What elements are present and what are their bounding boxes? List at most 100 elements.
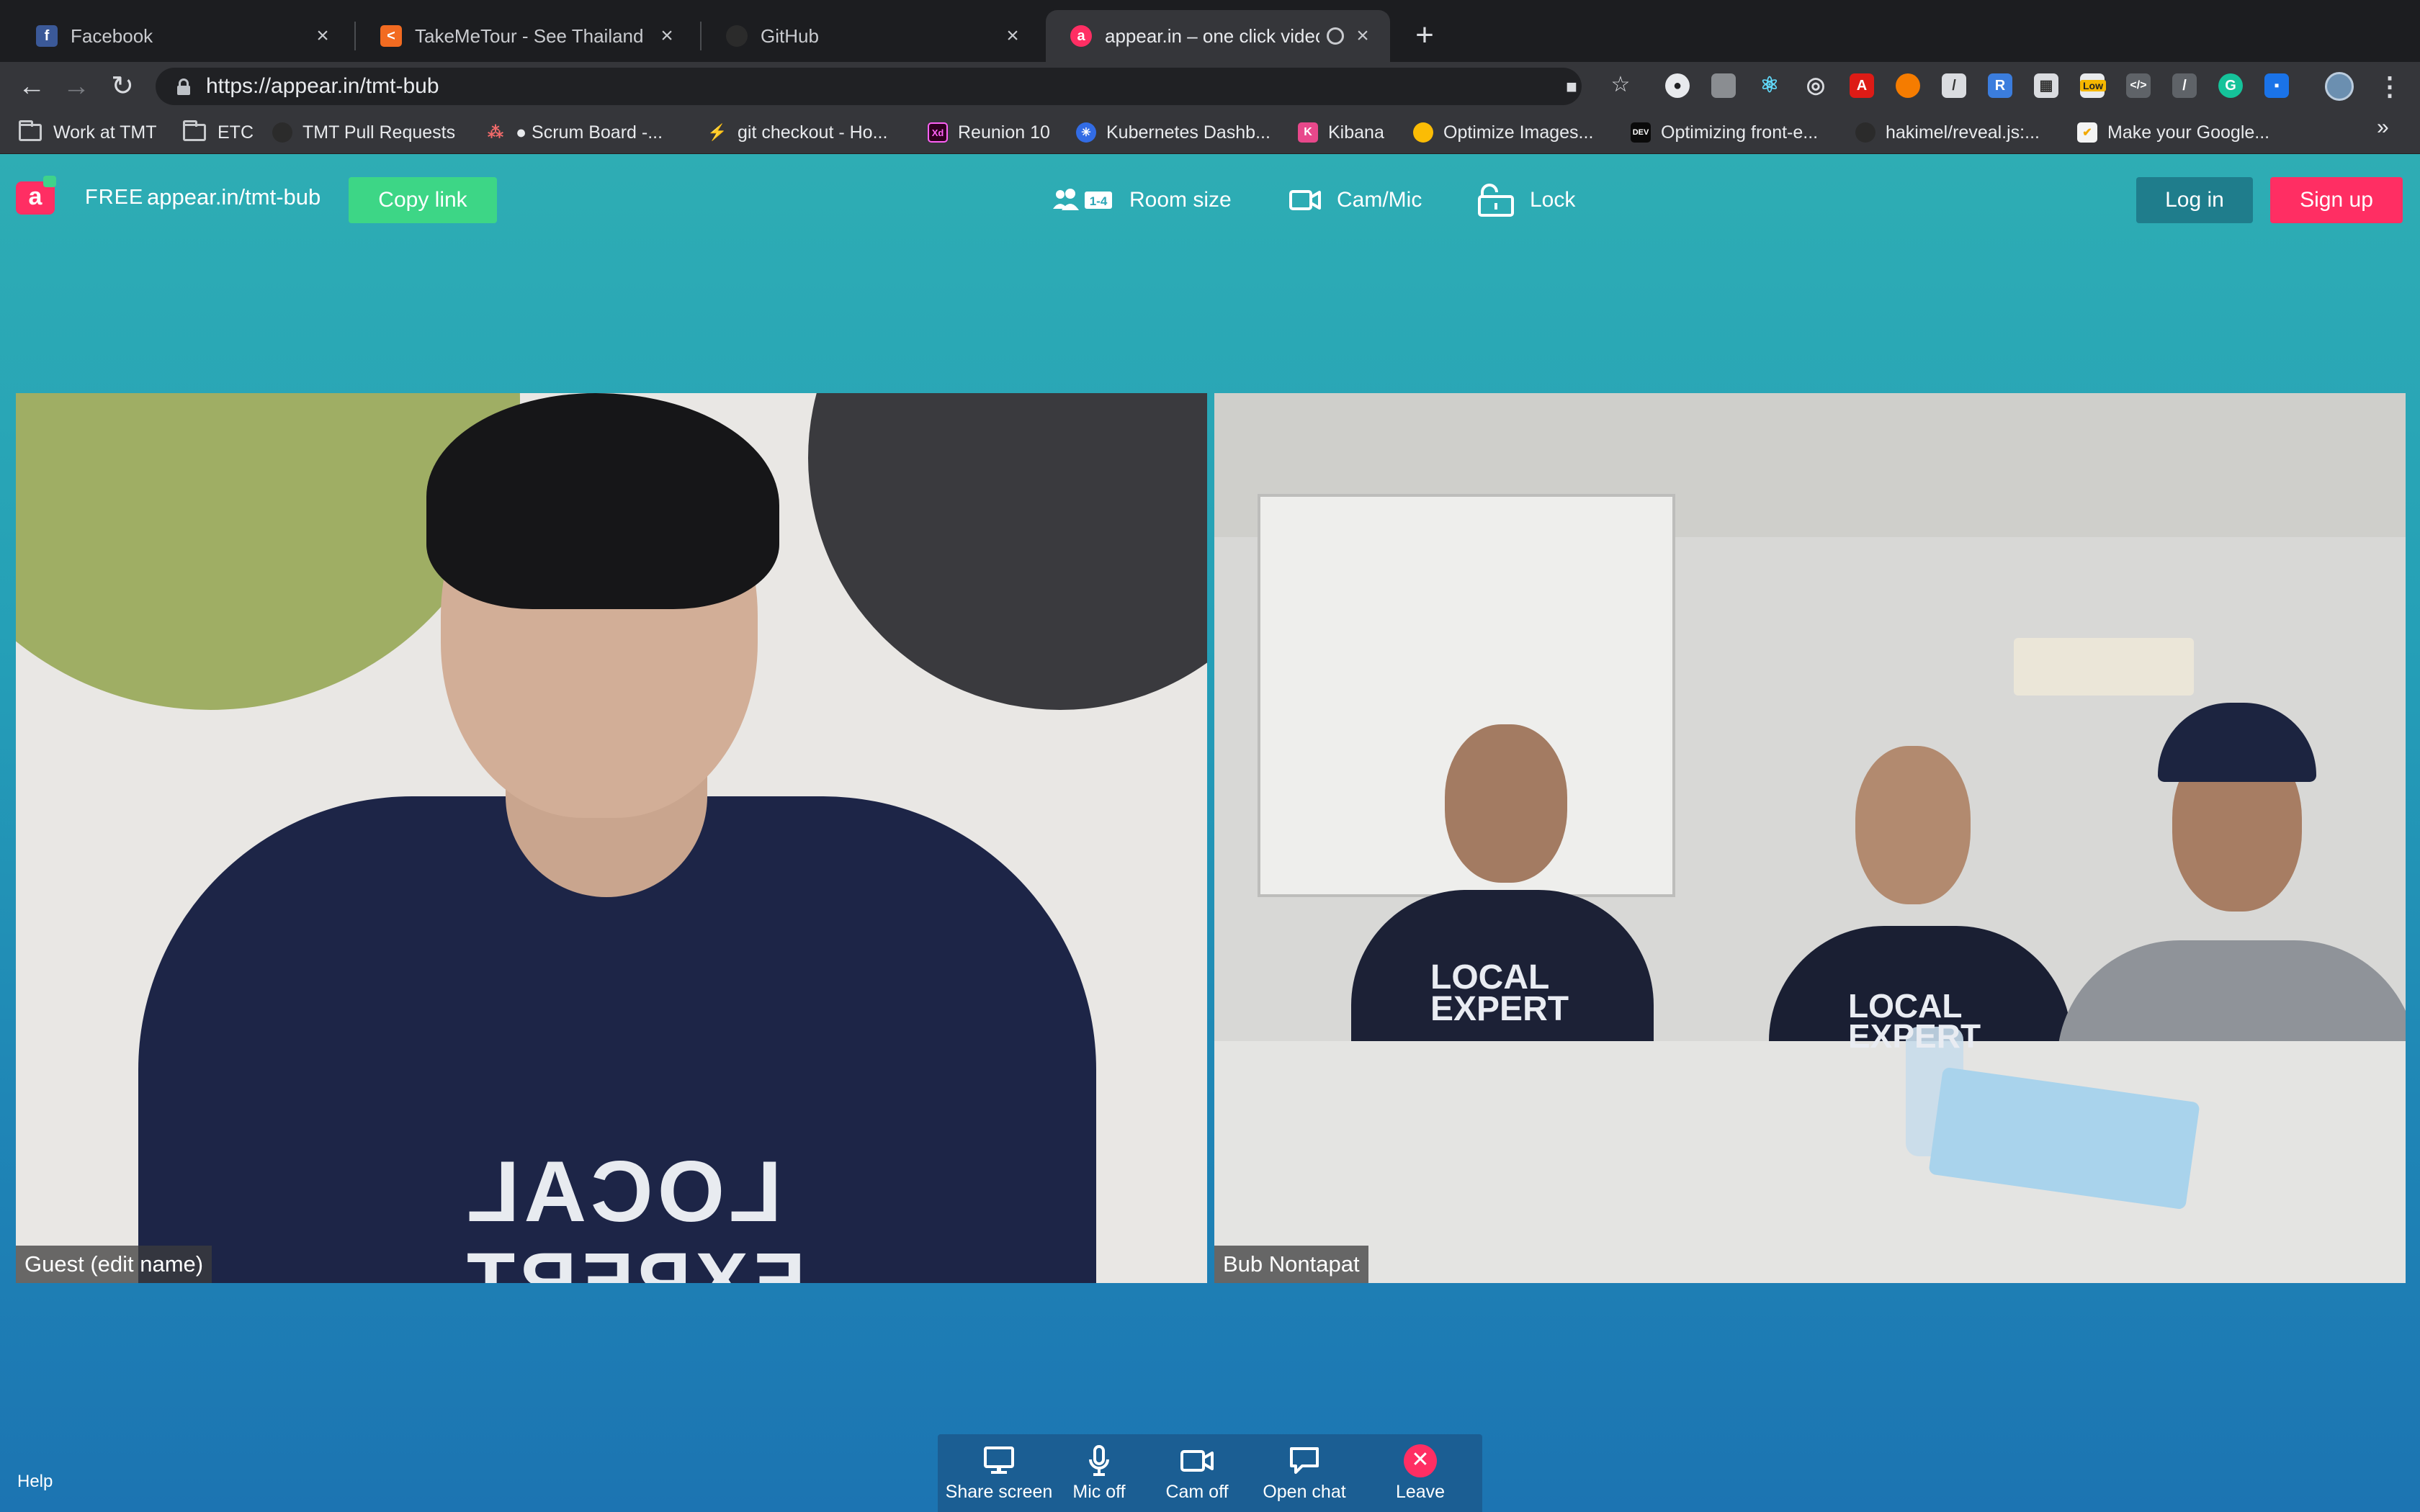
login-button[interactable]: Log in <box>2136 177 2253 223</box>
extension-icon[interactable]: ● <box>1665 73 1690 98</box>
bookmark-label: ETC <box>218 122 254 143</box>
star-icon[interactable]: ☆ <box>1608 72 1634 98</box>
bookmark-git-checkout[interactable]: ⚡ git checkout - Ho... <box>707 117 887 148</box>
shirt-line: EXPERT <box>1430 990 1569 1028</box>
microphone-icon <box>1088 1444 1110 1477</box>
extension-grid-icon[interactable]: ▦ <box>2034 73 2058 98</box>
extension-r-icon[interactable]: R <box>1988 73 2012 98</box>
bookmark-label: ● Scrum Board -... <box>516 122 663 143</box>
address-bar[interactable]: https://appear.in/tmt-bub <box>156 68 1582 105</box>
bookmark-etc[interactable]: ETC <box>183 117 254 148</box>
close-icon: ✕ <box>1404 1444 1437 1477</box>
app-area: a FREE appear.in/tmt-bub Copy link 1-4 R… <box>0 154 2420 1512</box>
github-icon <box>726 25 748 47</box>
plan-label: FREE <box>85 186 144 209</box>
bookmark-label: git checkout - Ho... <box>738 122 888 143</box>
profile-avatar[interactable] <box>2325 72 2354 101</box>
bookmark-reunion-10[interactable]: Xd Reunion 10 <box>928 117 1050 148</box>
leave-icon: ✕ <box>1404 1444 1437 1477</box>
tab-github[interactable]: GitHub × <box>702 10 1040 62</box>
bookmark-reveal-js[interactable]: hakimel/reveal.js:... <box>1855 117 2040 148</box>
signup-button[interactable]: Sign up <box>2270 177 2403 223</box>
shirt-print: EXPERT <box>462 1237 806 1283</box>
angular-icon[interactable]: A <box>1850 73 1874 98</box>
bookmark-label: TMT Pull Requests <box>302 122 456 143</box>
low-badge: Low <box>2080 80 2106 91</box>
grammarly-icon[interactable]: G <box>2218 73 2243 98</box>
tab-facebook[interactable]: f Facebook × <box>12 10 350 62</box>
control-label: Mic off <box>1072 1482 1126 1502</box>
extension-blue-icon[interactable]: ▪ <box>2264 73 2289 98</box>
control-label: Leave <box>1395 1482 1446 1502</box>
bookmark-label: Optimizing front-e... <box>1661 122 1819 143</box>
bookmark-kubernetes-dashboard[interactable]: ✳ Kubernetes Dashb... <box>1076 117 1270 148</box>
tab-title: GitHub <box>761 24 819 47</box>
lock-room-button[interactable]: Lock <box>1478 180 1575 220</box>
tab-appear-in[interactable]: a appear.in – one click video × <box>1046 10 1390 62</box>
control-label: Cam off <box>1165 1482 1229 1502</box>
room-size-label: Room size <box>1129 188 1232 212</box>
extension-chart-icon[interactable]: / <box>2172 73 2197 98</box>
bookmark-kibana[interactable]: K Kibana <box>1298 117 1384 148</box>
bookmark-make-your-google[interactable]: ✔ Make your Google... <box>2077 117 2269 148</box>
tab-takemetour[interactable]: < TakeMeTour - See Thailand thr × <box>356 10 694 62</box>
bookmark-optimize-images[interactable]: Optimize Images... <box>1413 117 1593 148</box>
mic-off-button[interactable]: Mic off <box>1057 1434 1141 1512</box>
participant-name-label[interactable]: Guest (edit name) <box>16 1246 212 1283</box>
shirt-print: LOCAL EXPERT <box>1430 958 1569 1028</box>
shirt-line: LOCAL <box>1430 958 1550 996</box>
extension-code-icon[interactable]: </> <box>2126 73 2151 98</box>
participant-cap <box>2158 703 2316 782</box>
briefcase-icon[interactable] <box>1711 73 1736 98</box>
close-icon[interactable]: × <box>1003 24 1023 48</box>
copy-link-button[interactable]: Copy link <box>349 177 497 223</box>
camera-icon[interactable]: ■ <box>1559 73 1585 99</box>
video-tile-remote: LOCAL EXPERT LOCAL EXPERT Bub Nontapat <box>1214 393 2406 1283</box>
facebook-icon: f <box>36 25 58 47</box>
folder-icon <box>19 120 42 141</box>
back-button[interactable]: ← <box>14 69 49 104</box>
leave-button[interactable]: ✕ Leave <box>1370 1434 1471 1512</box>
share-screen-button[interactable]: Share screen <box>945 1434 1053 1512</box>
close-icon[interactable]: × <box>657 24 677 48</box>
bookmark-scrum-board[interactable]: ⁂ ● Scrum Board -... <box>485 117 663 148</box>
participant-name-label: Bub Nontapat <box>1214 1246 1368 1283</box>
folder-icon <box>183 120 206 141</box>
bookmarks-overflow-icon[interactable]: » <box>2377 115 2389 140</box>
asana-icon: ⁂ <box>488 123 503 141</box>
reload-button[interactable]: ↻ <box>105 69 140 104</box>
camera-icon <box>1180 1444 1214 1477</box>
bookmark-label: Kibana <box>1328 122 1384 143</box>
bookmark-icon: ✔ <box>2077 122 2097 143</box>
takemetour-icon: < <box>380 25 402 47</box>
extension-orange-icon[interactable] <box>1896 73 1920 98</box>
new-tab-button[interactable]: + <box>1407 16 1442 55</box>
google-icon <box>1413 122 1433 143</box>
kibana-icon: K <box>1298 122 1318 143</box>
extension-wand-icon[interactable]: / <box>1942 73 1966 98</box>
room-size-button[interactable]: 1-4 Room size <box>1053 180 1232 220</box>
forward-button[interactable]: → <box>59 69 94 104</box>
shirt-print: LOCAL EXPERT <box>1848 989 1981 1053</box>
open-chat-button[interactable]: Open chat <box>1252 1434 1357 1512</box>
target-icon[interactable]: ◎ <box>1803 73 1828 98</box>
xd-icon: Xd <box>928 122 948 143</box>
bookmark-optimizing-front-end[interactable]: DEV Optimizing front-e... <box>1631 117 1818 148</box>
bookmark-work-at-tmt[interactable]: Work at TMT <box>19 117 157 148</box>
cam-mic-label: Cam/Mic <box>1337 188 1422 212</box>
bookmark-tmt-pull-requests[interactable]: TMT Pull Requests <box>272 117 455 148</box>
browser-menu-icon[interactable]: ⋮ <box>2377 71 2403 102</box>
appear-in-logo[interactable]: a <box>16 176 56 215</box>
lock-label: Lock <box>1530 188 1576 212</box>
extension-low-icon[interactable]: Low <box>2080 73 2106 98</box>
close-icon[interactable]: × <box>313 24 333 48</box>
bookmark-label: hakimel/reveal.js:... <box>1886 122 2040 143</box>
cam-off-button[interactable]: Cam off <box>1152 1434 1242 1512</box>
close-icon[interactable]: × <box>1353 24 1373 48</box>
help-link[interactable]: Help <box>17 1472 53 1492</box>
react-icon[interactable]: ⚛ <box>1757 73 1782 98</box>
git-icon: ⚡ <box>707 123 727 141</box>
bookmark-label: Reunion 10 <box>958 122 1050 143</box>
cam-mic-button[interactable]: Cam/Mic <box>1289 180 1422 220</box>
monitor-icon <box>984 1444 1014 1477</box>
